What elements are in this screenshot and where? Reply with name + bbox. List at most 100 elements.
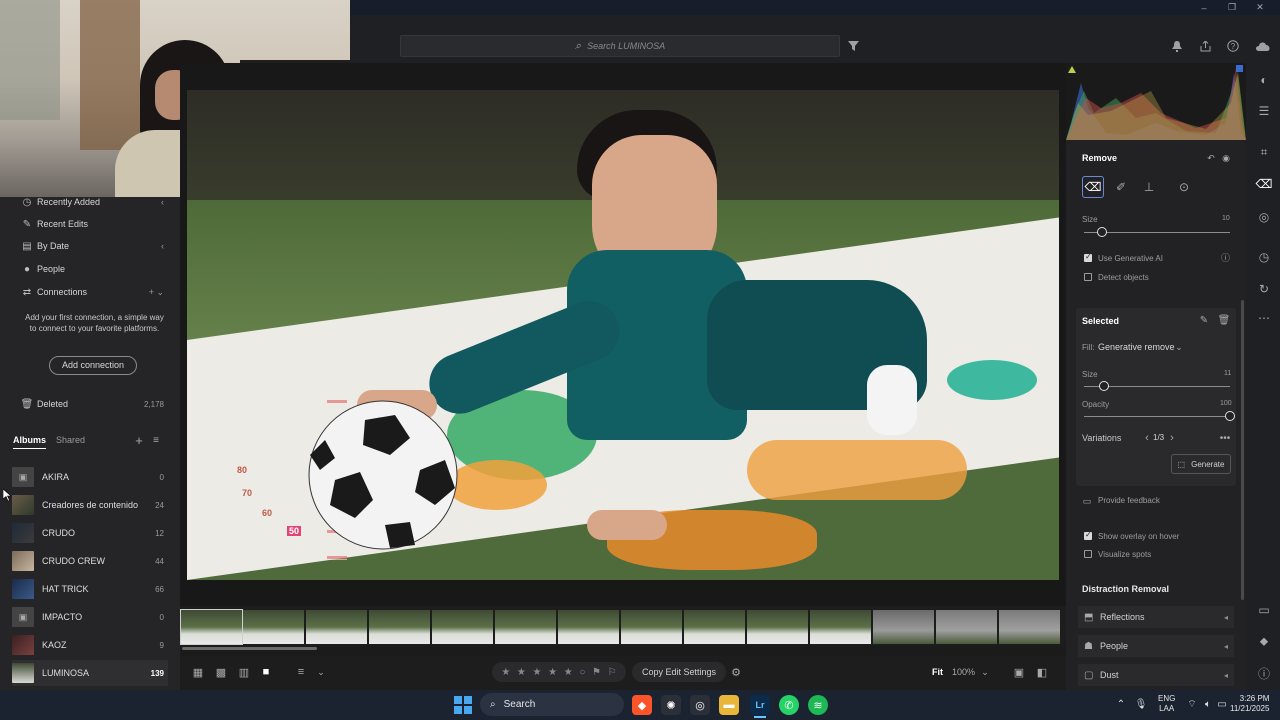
chevron-left-icon[interactable]: ‹ [1142, 432, 1152, 444]
flag-icon[interactable]: ⚑ [592, 667, 601, 678]
add-connection-icon[interactable]: + ⌄ [149, 287, 164, 298]
star-icon[interactable]: ★ [564, 667, 573, 678]
provide-feedback-link[interactable]: Provide feedback [1098, 496, 1160, 505]
filmstrip-thumbnail[interactable] [621, 610, 682, 644]
presets-icon[interactable]: ◐ [1256, 73, 1272, 87]
pencil-icon[interactable]: ✎ [1198, 314, 1210, 326]
edit-sliders-icon[interactable]: ☰ [1256, 104, 1272, 118]
nav-connections[interactable]: ⇄ Connections + ⌄ [0, 281, 180, 303]
filmstrip-thumbnail[interactable] [558, 610, 619, 644]
detail-view-icon[interactable]: ▥ [237, 666, 251, 679]
eraser-tool-button[interactable]: ⌫ [1082, 176, 1104, 198]
chevron-down-icon[interactable]: ⌄ [316, 666, 326, 678]
filmstrip-thumbnail[interactable] [999, 610, 1060, 644]
notifications-icon[interactable] [1170, 39, 1184, 53]
spotify-icon[interactable]: ≋ [808, 695, 828, 715]
album-item-selected[interactable]: LUMINOSA 139 [12, 660, 168, 686]
filmstrip-thumbnail[interactable] [747, 610, 808, 644]
shadow-clip-icon[interactable] [1068, 65, 1076, 73]
nav-deleted[interactable]: 🗑︎ Deleted 2,178 [0, 393, 180, 415]
filmstrip-thumbnail[interactable] [873, 610, 934, 644]
filter-icon[interactable] [846, 39, 860, 53]
nav-people[interactable]: ● People [0, 258, 180, 280]
healing-brush-icon[interactable]: ✐ [1113, 180, 1129, 194]
restore-button[interactable]: ❐ [1224, 2, 1240, 13]
album-item[interactable]: CRUDO 12 [12, 520, 168, 546]
comments-icon[interactable]: ▭ [1256, 603, 1272, 617]
help-icon[interactable]: ? [1226, 39, 1240, 53]
filmstrip-thumbnail[interactable] [243, 610, 304, 644]
reflections-row[interactable]: ⬒ Reflections ◂ [1078, 606, 1234, 628]
square-grid-icon[interactable]: ▩ [214, 666, 228, 679]
fit-label[interactable]: Fit [932, 667, 943, 677]
wifi-icon[interactable]: ⌔ [1186, 698, 1198, 710]
dust-row[interactable]: ▢ Dust ◂ [1078, 664, 1234, 686]
tag-icon[interactable]: ⬥ [1256, 634, 1272, 648]
star-icon[interactable]: ★ [501, 667, 510, 678]
info-icon[interactable]: ⓘ [1220, 252, 1231, 263]
album-item[interactable]: Creadores de contenido 24 [12, 492, 168, 518]
more-icon[interactable]: ⋯ [1256, 311, 1272, 325]
gear-icon[interactable]: ⚙ [728, 664, 744, 680]
sort-icon[interactable]: ≡ [150, 434, 162, 446]
rating-flag-bar[interactable]: ★ ★ ★ ★ ★ ○ ⚑ ⚐ [492, 662, 626, 682]
windows-start-icon[interactable] [454, 696, 472, 714]
reject-circle-icon[interactable]: ○ [579, 667, 585, 678]
lightroom-icon[interactable]: Lr [750, 695, 770, 715]
add-album-icon[interactable]: + [133, 433, 145, 448]
whatsapp-icon[interactable]: ✆ [779, 695, 799, 715]
compare-icon[interactable]: ◧ [1035, 665, 1049, 679]
masking-icon[interactable]: ◎ [1256, 210, 1272, 224]
share-icon[interactable] [1198, 39, 1212, 53]
filmstrip-thumbnail[interactable] [432, 610, 493, 644]
filmstrip-thumbnail[interactable] [306, 610, 367, 644]
tab-albums[interactable]: Albums [13, 435, 47, 449]
chevron-down-icon[interactable]: ⌄ [980, 666, 990, 678]
copy-edit-settings-button[interactable]: Copy Edit Settings [632, 662, 726, 682]
album-item[interactable]: ▣ AKIRA 0 [12, 464, 168, 490]
right-panel-scrollbar[interactable] [1241, 300, 1244, 600]
reset-icon[interactable]: ↶ [1206, 153, 1216, 163]
chevron-up-icon[interactable]: ⌃ [1116, 698, 1126, 710]
main-photo[interactable]: 80 70 60 50 [187, 90, 1059, 580]
history-icon[interactable]: ◷ [1256, 250, 1272, 264]
album-item[interactable]: ▣ IMPACTO 0 [12, 604, 168, 630]
versions-icon[interactable]: ↻ [1256, 282, 1272, 296]
tab-shared[interactable]: Shared [56, 435, 85, 449]
filmstrip-thumbnail[interactable] [180, 609, 243, 645]
detect-objects-checkbox[interactable] [1084, 273, 1092, 281]
chevron-left-icon[interactable]: ‹ [161, 197, 164, 207]
visualize-spots-checkbox[interactable] [1084, 550, 1092, 558]
search-input[interactable]: ⌕ Search LUMINOSA [400, 35, 840, 57]
minimize-button[interactable]: – [1196, 2, 1212, 13]
chevron-right-icon[interactable]: › [1167, 432, 1177, 444]
loupe-view-icon[interactable]: ■ [259, 666, 273, 678]
filmstrip-scrollbar[interactable] [182, 647, 317, 650]
trash-icon[interactable]: 🗑︎ [1218, 314, 1231, 326]
detect-icon[interactable]: ⊙ [1176, 180, 1192, 194]
opacity-slider-knob[interactable] [1225, 411, 1235, 421]
album-item[interactable]: CRUDO CREW 44 [12, 548, 168, 574]
nav-by-date[interactable]: ▤ By Date ‹ [0, 235, 180, 257]
info-icon[interactable]: ⓘ [1256, 666, 1272, 681]
cloud-icon[interactable] [1254, 39, 1272, 53]
filmstrip-thumbnail[interactable] [684, 610, 745, 644]
more-icon[interactable]: ••• [1218, 432, 1232, 444]
taskbar-search[interactable]: ⌕ Search [480, 693, 624, 716]
chevron-left-icon[interactable]: ‹ [161, 241, 164, 251]
zoom-level[interactable]: 100% [952, 667, 975, 677]
star-icon[interactable]: ★ [548, 667, 557, 678]
close-button[interactable]: ✕ [1252, 2, 1268, 13]
people-row[interactable]: ☗ People ◂ [1078, 635, 1234, 657]
battery-icon[interactable]: ▭ [1216, 698, 1228, 710]
eraser-icon[interactable]: ⌫ [1256, 177, 1273, 191]
eye-icon[interactable]: ◉ [1220, 153, 1232, 163]
highlight-clip-icon[interactable] [1236, 65, 1243, 72]
nav-recent-edits[interactable]: ✎ Recent Edits [0, 213, 180, 235]
microphone-icon[interactable]: 🎙︎ [1135, 698, 1148, 710]
opacity-slider-track[interactable] [1084, 416, 1230, 417]
file-explorer-icon[interactable]: ▬ [719, 695, 739, 715]
filmstrip-thumbnail[interactable] [495, 610, 556, 644]
filmstrip-thumbnail[interactable] [810, 610, 871, 644]
grid-view-icon[interactable]: ▦ [191, 666, 205, 679]
